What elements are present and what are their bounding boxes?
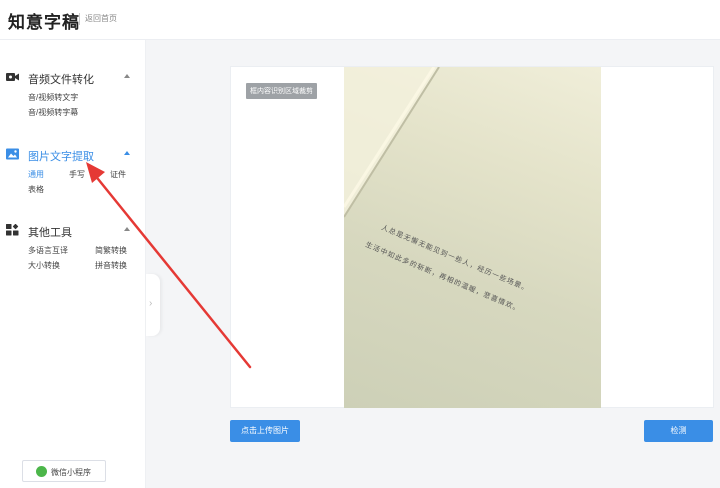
wechat-miniprogram-button[interactable]: 微信小程序 (22, 460, 106, 482)
sidebar-item-handwriting[interactable]: 手写 (69, 169, 85, 180)
sidebar-section-tools-header[interactable]: 其他工具 (0, 223, 146, 239)
detect-button[interactable]: 检测 (644, 420, 713, 442)
sidebar-section-title: 其他工具 (28, 227, 72, 239)
upload-image-button[interactable]: 点击上传图片 (230, 420, 300, 442)
sidebar-item-translate[interactable]: 多语言互译 (28, 245, 68, 256)
image-icon (6, 148, 19, 160)
sidebar-section-image-header[interactable]: 图片文字提取 (0, 147, 146, 163)
sidebar-item-pinyin[interactable]: 拼音转换 (95, 260, 127, 271)
sidebar: 音频文件转化 音/视频转文字 音/视频转字幕 图片文字提取 通用 手写 证件 表… (0, 40, 146, 488)
chevron-up-icon[interactable] (124, 151, 130, 155)
chevron-up-icon[interactable] (124, 74, 130, 78)
sidebar-section-audio-header[interactable]: 音频文件转化 (0, 70, 146, 86)
back-home-link[interactable]: 返回首页 (85, 13, 117, 24)
top-header: 知意字稿 返回首页 (0, 0, 720, 40)
header-divider (79, 13, 80, 25)
uploaded-photo: 人总是无懈无能见到一些人，经历一些场景。 生活中如此多的斩断，再相的温暖，悲喜情… (344, 67, 601, 408)
image-preview-panel: 框内容识别区域裁剪 人总是无懈无能见到一些人，经历一些场景。 生活中如此多的斩断… (230, 66, 714, 408)
sidebar-item-simp-trad[interactable]: 简繁转换 (95, 245, 127, 256)
sidebar-item-table[interactable]: 表格 (28, 184, 44, 195)
app-logo[interactable]: 知意字稿 (8, 8, 80, 33)
sidebar-item-audio-to-subtitle[interactable]: 音/视频转字幕 (28, 107, 78, 118)
sidebar-section-title: 音频文件转化 (28, 74, 94, 86)
wechat-label: 微信小程序 (51, 468, 91, 477)
sidebar-item-audio-to-text[interactable]: 音/视频转文字 (28, 92, 78, 103)
wechat-icon (36, 466, 47, 477)
sidebar-section-title: 图片文字提取 (28, 151, 94, 163)
chevron-up-icon[interactable] (124, 227, 130, 231)
video-icon (6, 73, 19, 81)
region-crop-badge[interactable]: 框内容识别区域裁剪 (246, 83, 317, 99)
sidebar-collapse-handle[interactable]: › (146, 274, 160, 336)
sidebar-item-case-convert[interactable]: 大小转换 (28, 260, 60, 271)
sidebar-item-general[interactable]: 通用 (28, 169, 44, 180)
grid-icon (6, 224, 19, 236)
chevron-right-icon: › (149, 298, 153, 309)
sidebar-item-id-card[interactable]: 证件 (110, 169, 126, 180)
